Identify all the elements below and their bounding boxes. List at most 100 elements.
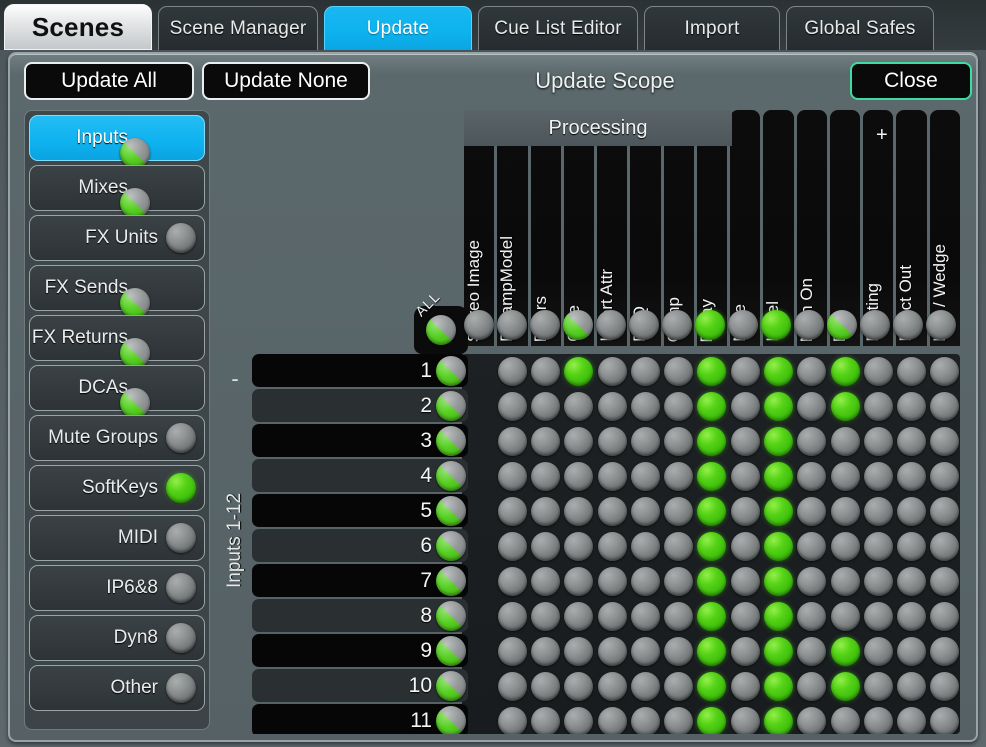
scope-cell[interactable] [630,601,660,632]
scope-cell[interactable] [630,461,660,492]
scope-cell[interactable] [896,461,927,492]
scope-cell[interactable] [564,566,594,597]
scope-led[interactable] [730,497,760,526]
scope-cell[interactable] [597,601,627,632]
row-selector[interactable]: 2 [252,389,468,422]
scope-cell[interactable] [863,461,893,492]
scope-cell[interactable] [697,531,727,562]
sidebar-item-led[interactable] [166,623,196,653]
scope-cell[interactable] [896,636,927,667]
scope-led[interactable] [897,497,927,526]
row-led[interactable] [436,495,466,526]
scope-led[interactable] [497,462,527,491]
scope-cell[interactable] [464,391,494,422]
scope-led[interactable] [564,462,594,491]
sidebar-item-led[interactable] [166,473,196,503]
row-led[interactable] [436,425,466,456]
scope-cell[interactable] [896,496,927,527]
scope-cell[interactable] [531,531,561,562]
scope-led[interactable] [531,637,561,666]
sidebar-item-led[interactable] [166,223,196,253]
scope-led[interactable] [597,602,627,631]
scope-led[interactable] [597,532,627,561]
scope-led[interactable] [893,310,923,340]
sidebar-item-led[interactable] [120,137,150,168]
sidebar-item-led[interactable] [166,673,196,703]
row-selector[interactable]: 7 [252,564,468,597]
scope-cell[interactable] [763,706,794,734]
scope-led[interactable] [531,602,561,631]
scope-led[interactable] [497,310,527,340]
scope-led[interactable] [531,462,561,491]
tab-scene-manager[interactable]: Scene Manager [158,6,318,50]
scope-led[interactable] [564,672,594,701]
close-button[interactable]: Close [850,62,972,100]
scope-cell[interactable] [497,461,527,492]
scope-cell[interactable] [497,671,527,702]
scope-cell[interactable] [763,636,794,667]
scope-led[interactable] [497,567,527,596]
scope-led[interactable] [863,497,893,526]
sidebar-item-mixes[interactable]: Mixes [29,165,205,218]
scope-led[interactable] [797,602,827,631]
scope-led[interactable] [697,462,727,491]
scope-led[interactable] [830,567,860,596]
scope-led[interactable] [797,462,827,491]
all-row-cell[interactable] [530,310,560,340]
scope-led[interactable] [531,707,561,734]
scope-cell[interactable] [730,531,760,562]
sidebar-item-led[interactable] [166,523,196,553]
scope-cell[interactable] [730,356,760,387]
scope-led[interactable] [630,462,660,491]
scope-led[interactable] [564,532,594,561]
scope-led[interactable] [897,707,927,734]
tab-global-safes[interactable]: Global Safes [786,6,934,50]
scope-led[interactable] [630,672,660,701]
scope-cell[interactable] [564,636,594,667]
scope-led[interactable] [863,567,893,596]
scope-led[interactable] [764,532,794,561]
all-row-cell[interactable] [662,310,692,340]
scope-cell[interactable] [930,636,960,667]
sidebar-item-other[interactable]: Other [29,665,205,711]
scope-led[interactable] [930,567,960,596]
scope-led[interactable] [797,567,827,596]
scope-cell[interactable] [697,426,727,457]
row-selector[interactable]: 9 [252,634,468,667]
scope-led[interactable] [697,392,727,421]
scope-led[interactable] [630,427,660,456]
scope-cell[interactable] [730,391,760,422]
scope-cell[interactable] [497,391,527,422]
scope-led[interactable] [664,497,694,526]
scope-cell[interactable] [497,566,527,597]
scope-led[interactable] [730,392,760,421]
scope-cell[interactable] [763,496,794,527]
scope-cell[interactable] [797,706,827,734]
scope-led[interactable] [730,567,760,596]
all-row-cell[interactable] [497,310,527,340]
scope-cell[interactable] [564,531,594,562]
all-row-cell[interactable] [629,310,659,340]
scope-led[interactable] [830,672,860,701]
scope-cell[interactable] [697,461,727,492]
scope-cell[interactable] [664,531,694,562]
all-row-cell[interactable] [893,310,923,340]
scope-led[interactable] [797,427,827,456]
scope-led[interactable] [863,427,893,456]
scope-led[interactable] [830,532,860,561]
scope-cell[interactable] [597,531,627,562]
scope-led[interactable] [497,602,527,631]
scope-led[interactable] [664,357,694,386]
scope-cell[interactable] [697,601,727,632]
scope-led[interactable] [497,427,527,456]
scope-cell[interactable] [630,636,660,667]
scope-cell[interactable] [830,601,860,632]
all-row-cell[interactable] [860,310,890,340]
scope-led[interactable] [530,310,560,340]
scope-cell[interactable] [730,671,760,702]
scope-cell[interactable] [896,391,927,422]
scope-led[interactable] [830,707,860,734]
scope-led[interactable] [897,637,927,666]
scope-cell[interactable] [930,601,960,632]
scope-cell[interactable] [797,356,827,387]
